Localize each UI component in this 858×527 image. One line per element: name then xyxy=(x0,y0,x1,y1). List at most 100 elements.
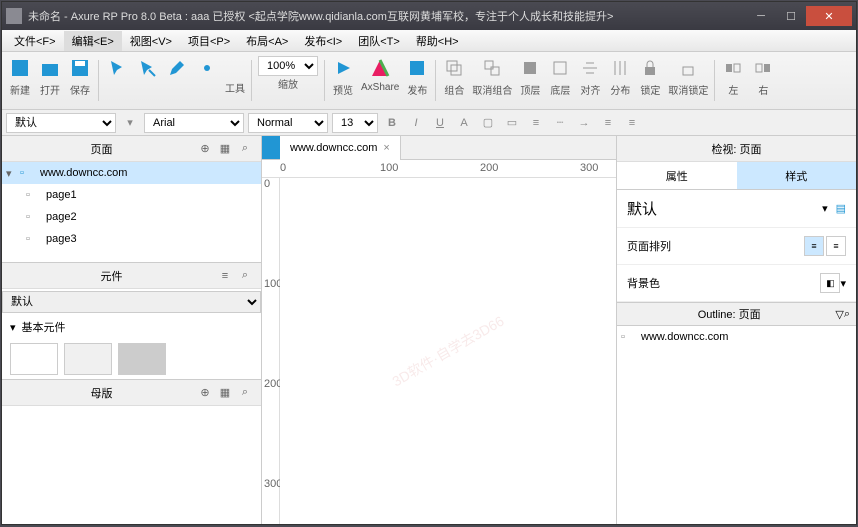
widget-library-select[interactable]: 默认 xyxy=(2,291,261,313)
style-manage-icon[interactable]: ▤ xyxy=(836,202,846,215)
italic-button[interactable]: I xyxy=(406,113,426,133)
distribute-button[interactable]: 分布 xyxy=(606,56,634,105)
widget-box[interactable] xyxy=(64,343,112,375)
axshare-button[interactable]: AxShare xyxy=(359,56,401,105)
preview-button[interactable]: 预览 xyxy=(329,56,357,105)
widget-box[interactable] xyxy=(10,343,58,375)
style-select[interactable]: 默认 xyxy=(6,113,116,133)
inspector-header: 检视: 页面 xyxy=(617,136,856,162)
page-icon: ▫ xyxy=(26,211,42,223)
sitemap-root[interactable]: ▾ ▫ www.downcc.com xyxy=(2,162,261,184)
zoom-select[interactable]: 100% xyxy=(258,56,318,76)
font-select[interactable]: Arial xyxy=(144,113,244,133)
widgets-search-icon[interactable]: ⌕ xyxy=(236,267,254,285)
outline-search-icon[interactable]: ⌕ xyxy=(844,308,850,321)
ungroup-button[interactable]: 取消组合 xyxy=(470,56,514,105)
fill-button[interactable]: ▢ xyxy=(478,113,498,133)
canvas-area: www.downcc.com × 0 100 200 300 0 100 200… xyxy=(262,136,616,524)
bgcolor-row: 背景色 ◧ ▾ xyxy=(617,265,856,302)
border-button[interactable]: ▭ xyxy=(502,113,522,133)
tab-properties[interactable]: 属性 xyxy=(617,162,737,190)
bold-button[interactable]: B xyxy=(382,113,402,133)
page-tab[interactable]: www.downcc.com × xyxy=(280,136,401,160)
close-button[interactable]: ✕ xyxy=(806,6,852,26)
align-center-button[interactable]: ≡ xyxy=(622,113,642,133)
tools-label: 工具 xyxy=(223,56,247,105)
group-button[interactable]: 组合 xyxy=(440,56,468,105)
close-tab-icon[interactable]: × xyxy=(383,142,389,154)
menu-project[interactable]: 项目<P> xyxy=(180,31,238,51)
style-dropdown-icon[interactable]: ▾ xyxy=(120,113,140,133)
page-icon: ▫ xyxy=(26,233,42,245)
textcolor-button[interactable]: A xyxy=(454,113,474,133)
widget-grid xyxy=(2,339,261,379)
point-tool[interactable] xyxy=(193,56,221,105)
tab-home-icon[interactable] xyxy=(262,136,280,159)
collapse-icon[interactable]: ▾ xyxy=(6,167,20,180)
sitemap-page[interactable]: ▫page2 xyxy=(2,206,261,228)
connector-tool[interactable] xyxy=(133,56,161,105)
align-button[interactable]: 对齐 xyxy=(576,56,604,105)
filter-icon[interactable]: ▽ xyxy=(835,308,843,321)
lineweight-button[interactable]: ≡ xyxy=(526,113,546,133)
design-stage[interactable]: 3D软件·自学去3D66 xyxy=(280,178,616,524)
widgets-panel: 元件 ≡ ⌕ 默认 ▾基本元件 xyxy=(2,262,261,379)
menu-help[interactable]: 帮助<H> xyxy=(408,31,467,51)
app-icon xyxy=(6,8,22,24)
masters-search-icon[interactable]: ⌕ xyxy=(236,384,254,402)
menu-view[interactable]: 视图<V> xyxy=(122,31,180,51)
widgets-title: 元件 xyxy=(8,268,215,284)
window-title: 未命名 - Axure RP Pro 8.0 Beta : aaa 已授权 <起… xyxy=(28,8,746,24)
back-button[interactable]: 底层 xyxy=(546,56,574,105)
widget-box[interactable] xyxy=(118,343,166,375)
zoom-control[interactable]: 100%缩放 xyxy=(256,56,320,105)
save-button[interactable]: 保存 xyxy=(66,56,94,105)
left-panel: 页面 ⊕ ▦ ⌕ ▾ ▫ www.downcc.com ▫page1 ▫page… xyxy=(2,136,262,524)
outline-item[interactable]: ▫ www.downcc.com xyxy=(617,326,856,348)
menu-team[interactable]: 团队<T> xyxy=(350,31,408,51)
align-left-icon[interactable]: ≡ xyxy=(804,236,824,256)
collapse-icon: ▾ xyxy=(10,321,16,334)
arrow-button[interactable]: → xyxy=(574,113,594,133)
toolbar-right-button[interactable]: 右 xyxy=(749,56,777,105)
search-icon[interactable]: ⌕ xyxy=(236,140,254,158)
publish-button[interactable]: 发布 xyxy=(403,56,431,105)
bgcolor-picker[interactable]: ◧ xyxy=(820,273,840,293)
widget-box[interactable] xyxy=(172,343,220,375)
unlock-button[interactable]: 取消锁定 xyxy=(666,56,710,105)
menu-publish[interactable]: 发布<I> xyxy=(296,31,350,51)
add-page-icon[interactable]: ⊕ xyxy=(196,140,214,158)
fontsize-select[interactable]: 13 xyxy=(332,113,378,133)
maximize-button[interactable]: ☐ xyxy=(776,6,806,26)
format-toolbar: 默认 ▾ Arial Normal 13 B I U A ▢ ▭ ≡ ┄ → ≡… xyxy=(2,110,856,136)
bgcolor-dropdown-icon[interactable]: ▾ xyxy=(840,277,846,290)
menu-edit[interactable]: 编辑<E> xyxy=(64,31,122,51)
align-center-icon[interactable]: ≡ xyxy=(826,236,846,256)
front-button[interactable]: 顶层 xyxy=(516,56,544,105)
widgets-menu-icon[interactable]: ≡ xyxy=(216,267,234,285)
add-master-icon[interactable]: ⊕ xyxy=(196,384,214,402)
lock-button[interactable]: 锁定 xyxy=(636,56,664,105)
add-folder-icon[interactable]: ▦ xyxy=(216,140,234,158)
page-label: www.downcc.com xyxy=(40,167,127,179)
underline-button[interactable]: U xyxy=(430,113,450,133)
linestyle-button[interactable]: ┄ xyxy=(550,113,570,133)
menu-arrange[interactable]: 布局<A> xyxy=(238,31,296,51)
weight-select[interactable]: Normal xyxy=(248,113,328,133)
menubar: 文件<F> 编辑<E> 视图<V> 项目<P> 布局<A> 发布<I> 团队<T… xyxy=(2,30,856,52)
minimize-button[interactable]: ─ xyxy=(746,6,776,26)
toolbar-left-button[interactable]: 左 xyxy=(719,56,747,105)
align-left-button[interactable]: ≡ xyxy=(598,113,618,133)
add-master-folder-icon[interactable]: ▦ xyxy=(216,384,234,402)
new-button[interactable]: 新建 xyxy=(6,56,34,105)
pen-tool[interactable] xyxy=(163,56,191,105)
open-button[interactable]: 打开 xyxy=(36,56,64,105)
sitemap-page[interactable]: ▫page3 xyxy=(2,228,261,250)
outline-tree: ▫ www.downcc.com xyxy=(617,326,856,524)
tab-style[interactable]: 样式 xyxy=(737,162,857,190)
widget-category[interactable]: ▾基本元件 xyxy=(2,315,261,339)
sitemap-page[interactable]: ▫page1 xyxy=(2,184,261,206)
select-tool[interactable] xyxy=(103,56,131,105)
menu-file[interactable]: 文件<F> xyxy=(6,31,64,51)
style-dropdown-icon[interactable]: ▾ xyxy=(822,202,828,215)
